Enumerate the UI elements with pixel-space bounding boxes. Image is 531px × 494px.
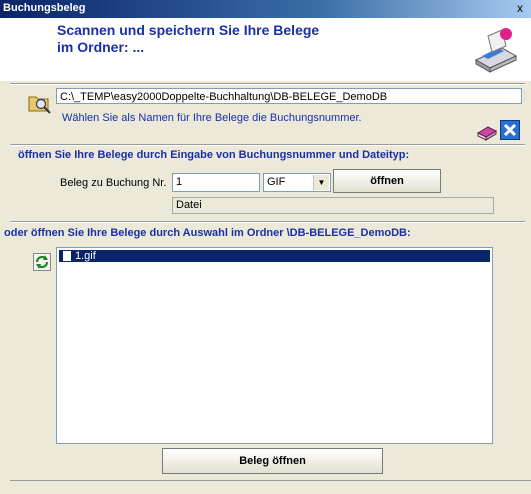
naming-hint: Wählen Sie als Namen für Ihre Belege die… [62,112,362,124]
open-button[interactable]: öffnen [333,169,441,193]
close-icon[interactable]: x [513,1,527,15]
filetype-value: GIF [267,176,286,188]
open-document-button[interactable]: Beleg öffnen [162,448,383,474]
page-title: Scannen und speichern Sie Ihre Belege im… [57,22,319,56]
divider [10,144,525,146]
book-icon[interactable] [476,121,498,141]
folder-open-icon[interactable] [28,92,52,114]
file-list[interactable]: 1.gif [56,247,493,444]
divider [10,83,525,85]
delete-icon[interactable] [500,120,520,140]
folder-path-field[interactable]: C:\_TEMP\easy2000Doppelte-Buchhaltung\DB… [56,88,522,104]
divider [10,221,525,223]
filetype-select[interactable]: GIF ▼ [263,173,331,192]
headline-line-2: im Ordner: ... [57,39,145,55]
refresh-icon[interactable] [33,253,51,271]
title-bar: Buchungsbeleg x [0,0,531,18]
scanner-icon [474,28,518,73]
booking-number-input[interactable]: 1 [172,173,260,192]
status-bar [10,480,531,494]
file-name-field: Datei [172,197,494,214]
file-name: 1.gif [75,250,96,262]
booking-number-label: Beleg zu Buchung Nr. [60,177,167,189]
section-heading-by-list: oder öffnen Sie Ihre Belege durch Auswah… [4,227,411,239]
list-item[interactable]: 1.gif [59,250,490,262]
window-title: Buchungsbeleg [3,2,86,14]
headline-line-1: Scannen und speichern Sie Ihre Belege [57,22,320,38]
section-heading-by-number: öffnen Sie Ihre Belege durch Eingabe von… [18,149,410,161]
chevron-down-icon[interactable]: ▼ [313,175,329,190]
file-icon [63,251,71,261]
